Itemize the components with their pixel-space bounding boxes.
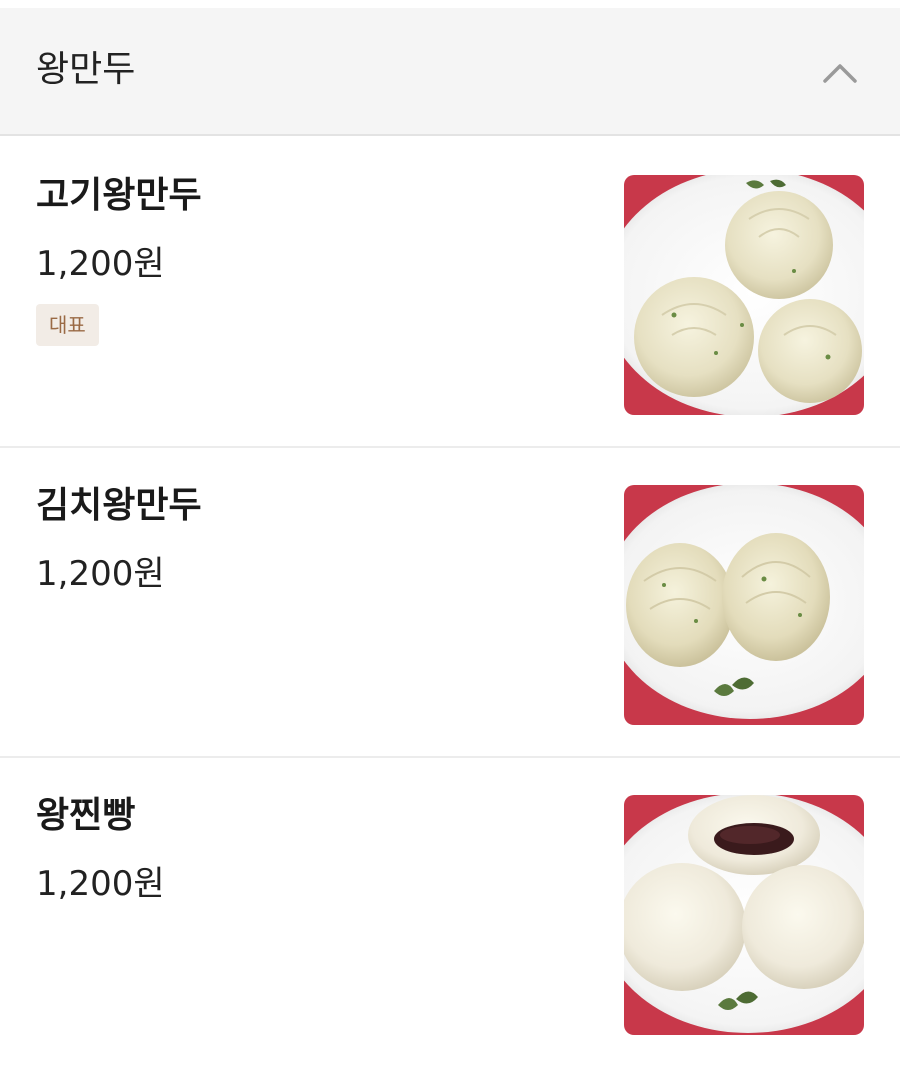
menu-list: 고기왕만두 1,200원 대표 김치왕만두 1,200원 왕찐빵 1,200원 — [0, 138, 900, 1068]
item-name: 김치왕만두 — [36, 485, 202, 526]
category-title: 왕만두 — [36, 49, 136, 90]
top-strip — [0, 0, 900, 8]
menu-item-meat-dumpling[interactable]: 고기왕만두 1,200원 대표 — [0, 138, 900, 448]
signature-badge: 대표 — [36, 304, 99, 346]
menu-item-steamed-bun[interactable]: 왕찐빵 1,200원 — [0, 758, 900, 1068]
steamed-bun-image — [624, 795, 864, 1035]
item-price: 1,200원 — [36, 554, 165, 594]
menu-item-kimchi-dumpling[interactable]: 김치왕만두 1,200원 — [0, 448, 900, 758]
meat-dumpling-photo[interactable] — [624, 175, 864, 415]
item-name: 고기왕만두 — [36, 175, 202, 216]
chevron-up-icon — [823, 64, 857, 83]
category-header[interactable]: 왕만두 — [0, 8, 900, 136]
item-price: 1,200원 — [36, 244, 165, 284]
kimchi-dumpling-photo[interactable] — [624, 485, 864, 725]
item-price: 1,200원 — [36, 864, 165, 904]
item-name: 왕찐빵 — [36, 795, 136, 836]
steamed-bun-photo[interactable] — [624, 795, 864, 1035]
kimchi-dumpling-image — [624, 485, 864, 725]
collapse-button[interactable] — [820, 54, 860, 90]
meat-dumpling-image — [624, 175, 864, 415]
